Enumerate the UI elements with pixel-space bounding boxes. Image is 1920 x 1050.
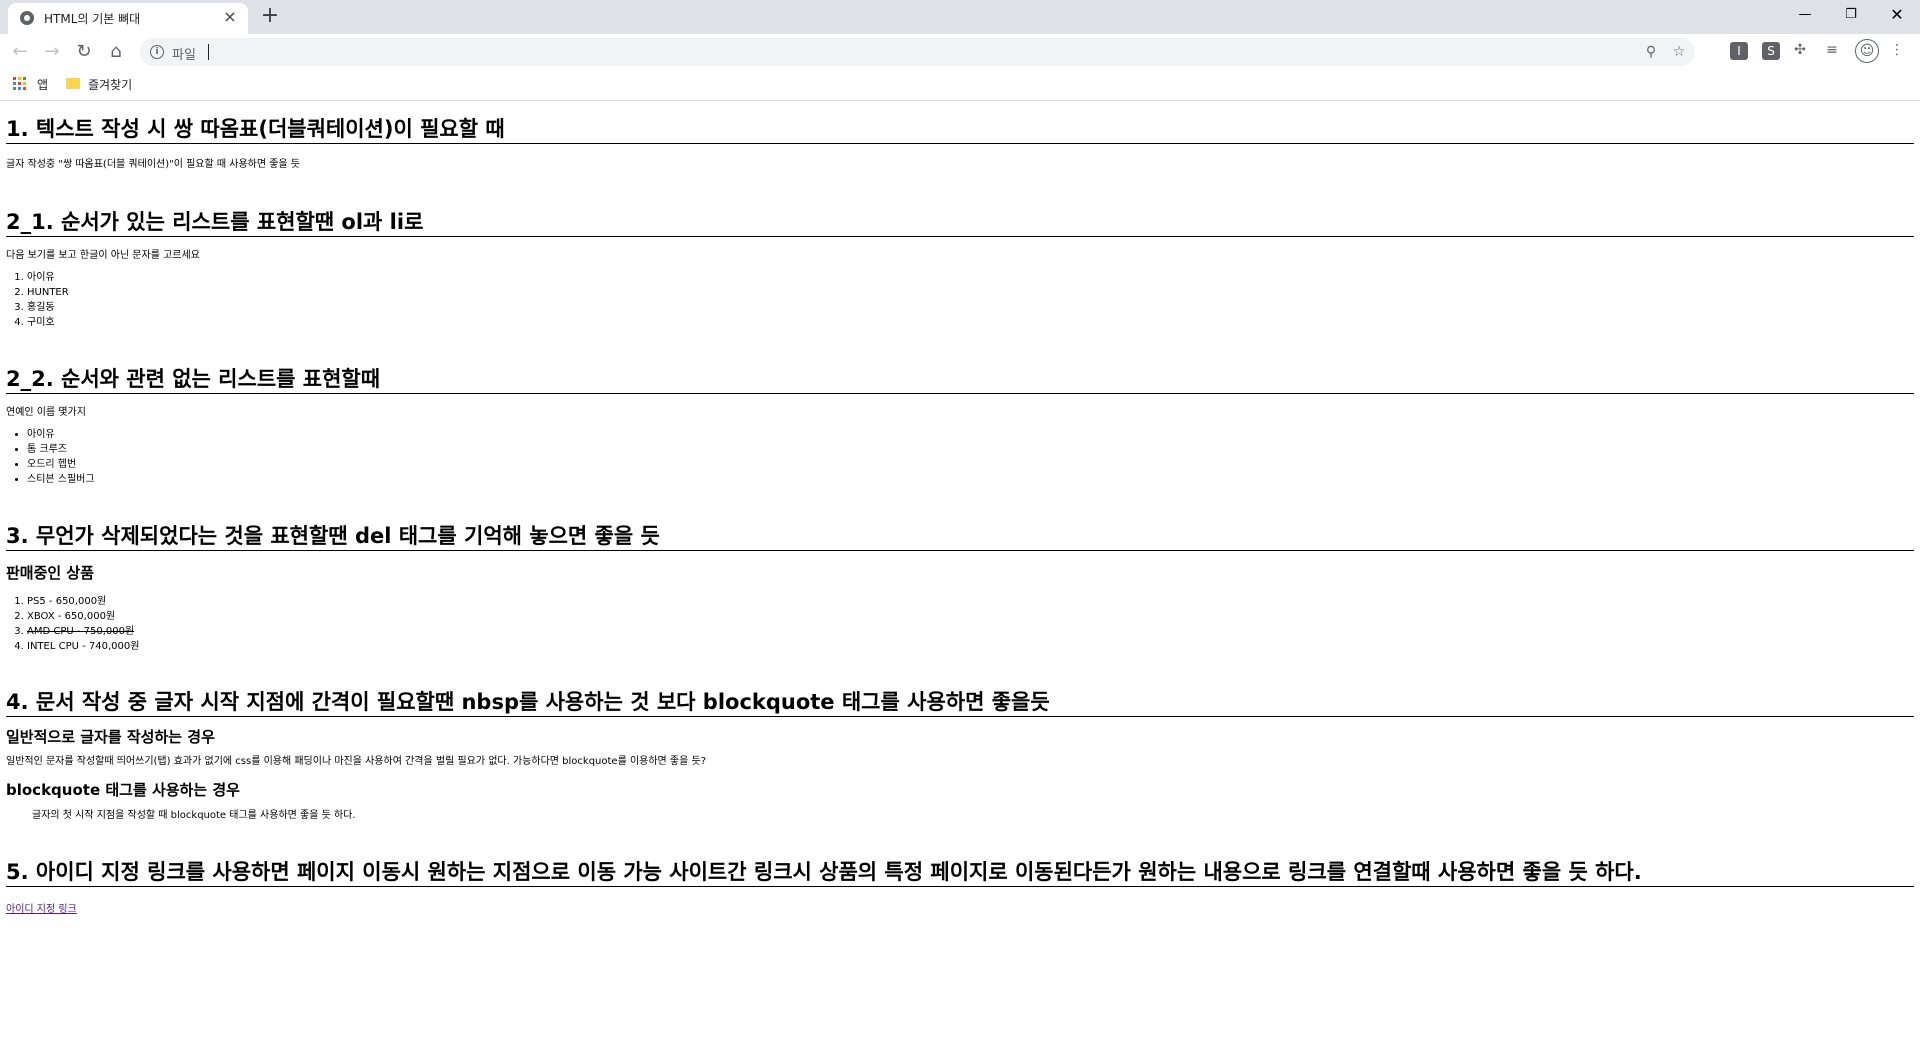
unordered-list: 아이유 톰 크루즈 오드리 헵번 스티븐 스필버그 xyxy=(6,427,1914,487)
extensions-puzzle-icon[interactable]: ✣ xyxy=(1790,40,1810,60)
zoom-icon[interactable]: ⚲ xyxy=(1641,42,1661,62)
list-item: PS5 - 650,000원 xyxy=(27,594,1914,609)
list-item: 톰 크루즈 xyxy=(27,442,1914,457)
section-3-subheading: 판매중인 상품 xyxy=(6,564,95,582)
forward-button[interactable]: → xyxy=(40,40,64,64)
bookmark-star-icon[interactable]: ☆ xyxy=(1669,42,1689,62)
reload-button[interactable]: ↻ xyxy=(72,40,96,64)
globe-icon xyxy=(20,11,34,25)
list-item: 스티븐 스필버그 xyxy=(27,472,1914,487)
list-item: 아이유 xyxy=(27,427,1914,442)
list-item: 오드리 헵번 xyxy=(27,457,1914,472)
section-1-heading: 1. 텍스트 작성 시 쌍 따옴표(더블쿼테이션)이 필요할 때 xyxy=(6,116,1914,144)
section-1-text: 글자 작성중 "쌍 따옴표(더블 쿼테이션)"이 필요할 때 사용하면 좋을 듯 xyxy=(6,159,301,170)
page-content: 1. 텍스트 작성 시 쌍 따옴표(더블쿼테이션)이 필요할 때 글자 작성중 … xyxy=(0,101,1920,916)
section-2-1-heading: 2_1. 순서가 있는 리스트를 표현할땐 ol과 li로 xyxy=(6,209,1914,237)
back-button[interactable]: ← xyxy=(8,40,32,64)
list-item: HUNTER xyxy=(27,285,1914,300)
address-bar[interactable]: i 파일 ⚲ ☆ xyxy=(140,38,1695,66)
deleted-item: AMD CPU - 750,000원 xyxy=(27,626,135,637)
list-item: 구미호 xyxy=(27,315,1914,330)
close-window-button[interactable]: ✕ xyxy=(1874,0,1920,30)
bookmark-favorites[interactable]: 즐겨찾기 xyxy=(88,76,132,93)
product-list: PS5 - 650,000원 XBOX - 650,000원 AMD CPU -… xyxy=(6,594,1914,654)
info-icon[interactable]: i xyxy=(150,45,164,59)
section-2-1-text: 다음 보기를 보고 한글이 아닌 문자를 고르세요 xyxy=(6,250,200,261)
extension-s-icon[interactable]: S xyxy=(1762,42,1780,60)
section-5-heading: 5. 아이디 지정 링크를 사용하면 페이지 이동시 원하는 지점으로 이동 가… xyxy=(6,859,1914,887)
list-item: AMD CPU - 750,000원 xyxy=(27,624,1914,639)
media-playlist-icon[interactable]: ≡ xyxy=(1822,40,1842,60)
tab-title: HTML의 기본 뼈대 xyxy=(44,12,141,26)
list-item: 아이유 xyxy=(27,270,1914,285)
address-scheme-label: 파일 xyxy=(172,48,196,63)
tab-close-button[interactable]: × xyxy=(220,7,240,27)
section-4-text: 일반적인 문자를 작성할때 띄어쓰기(탭) 효과가 없기에 css를 이용해 패… xyxy=(6,756,707,767)
bookmarks-bar: 앱 즐겨찾기 xyxy=(0,70,1920,101)
browser-toolbar: ← → ↻ ⌂ i 파일 ⚲ ☆ I S ✣ ≡ ☺ ⋮ xyxy=(0,34,1920,70)
maximize-button[interactable]: ❐ xyxy=(1828,0,1874,30)
profile-avatar-icon[interactable]: ☺ xyxy=(1855,39,1879,63)
ordered-list: 아이유 HUNTER 홍길동 구미호 xyxy=(6,270,1914,330)
section-4-subheading-2: blockquote 태그를 사용하는 경우 xyxy=(6,781,240,799)
blockquote: 글자의 첫 시작 지점을 작성할 때 blockquote 태그를 사용하면 좋… xyxy=(32,810,356,821)
section-3-heading: 3. 무언가 삭제되었다는 것을 표현할땐 del 태그를 기억해 놓으면 좋을… xyxy=(6,523,1914,551)
section-4-subheading-1: 일반적으로 글자를 작성하는 경우 xyxy=(6,728,215,746)
list-item: 홍길동 xyxy=(27,300,1914,315)
list-item: INTEL CPU - 740,000원 xyxy=(27,639,1914,654)
minimize-button[interactable]: — xyxy=(1782,0,1828,30)
section-2-2-text: 연예인 이름 몇가지 xyxy=(6,407,86,418)
bookmark-apps[interactable]: 앱 xyxy=(37,76,48,93)
apps-grid-icon[interactable] xyxy=(13,77,27,91)
browser-tab[interactable]: HTML의 기본 뼈대 × xyxy=(8,3,248,34)
section-2-2-heading: 2_2. 순서와 관련 없는 리스트를 표현할때 xyxy=(6,366,1914,394)
menu-kebab-icon[interactable]: ⋮ xyxy=(1887,40,1907,60)
home-button[interactable]: ⌂ xyxy=(104,40,128,64)
extension-i-icon[interactable]: I xyxy=(1730,42,1748,60)
list-item: XBOX - 650,000원 xyxy=(27,609,1914,624)
folder-icon xyxy=(66,78,80,89)
text-cursor xyxy=(208,44,209,60)
tab-strip: HTML의 기본 뼈대 × + — ❐ ✕ xyxy=(0,0,1920,34)
section-4-heading: 4. 문서 작성 중 글자 시작 지점에 간격이 필요할땐 nbsp를 사용하는… xyxy=(6,689,1914,717)
id-anchor-link[interactable]: 아이디 지정 링크 xyxy=(6,904,77,915)
new-tab-button[interactable]: + xyxy=(258,5,282,29)
